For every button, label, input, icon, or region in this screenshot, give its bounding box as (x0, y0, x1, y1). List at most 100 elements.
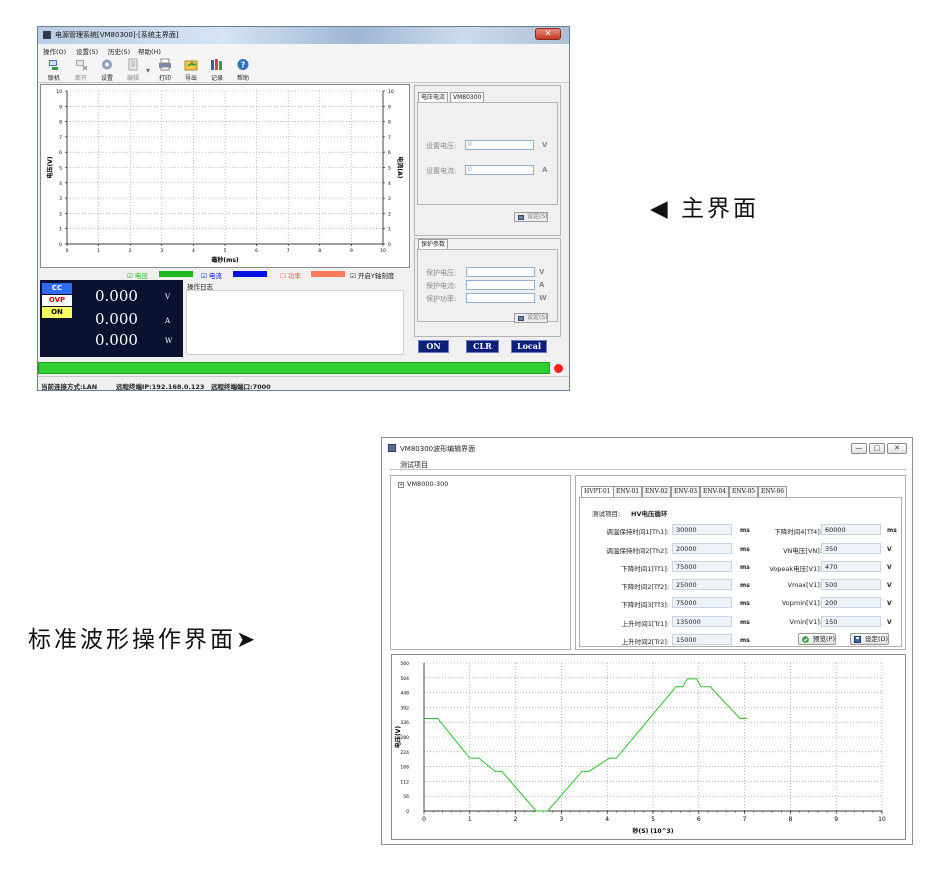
legend-current-toggle[interactable]: ☑ 电流 (201, 270, 222, 280)
tab-env-05[interactable]: ENV-05 (729, 486, 759, 497)
tab-env-06[interactable]: ENV-06 (758, 486, 788, 497)
op-input[interactable] (466, 293, 535, 303)
settings-label: 设置 (100, 75, 113, 82)
param-input[interactable]: 75000 (672, 561, 732, 572)
print-label: 打印 (158, 75, 171, 82)
test-item-label: 测试项目: (592, 510, 621, 518)
maximize-icon[interactable]: ▢ (869, 443, 885, 454)
ovp-badge: OVP (42, 295, 72, 306)
vc-set-label: 设定(S) (527, 213, 548, 220)
ov-input[interactable] (466, 267, 535, 277)
records-button[interactable]: 记录 (204, 57, 230, 82)
clr-button[interactable]: CLR (466, 340, 499, 353)
param-label: 下降时间2[Tf2]: (621, 583, 669, 591)
connect-button[interactable]: 联机 (41, 57, 67, 82)
menu-help[interactable]: 帮助(H) (138, 46, 161, 56)
param-input[interactable]: 25000 (672, 579, 732, 590)
disconnect-button[interactable]: 断开 (68, 57, 94, 82)
legend-voltage-swatch (159, 271, 193, 277)
operation-log-area[interactable] (186, 290, 404, 355)
param-input[interactable]: 30000 (672, 524, 732, 535)
menu-settings[interactable]: 设置(S) (76, 46, 98, 56)
tab-vm80300[interactable]: VM80300 (450, 92, 485, 102)
main-toolbar: 联机 断开 设置 编辑 ▾ 打印 导出 记录 ? 帮助 (38, 56, 569, 83)
progress-bar (38, 362, 550, 374)
wave-editor-menubar: 测试项目 (390, 459, 906, 470)
vc-set-button[interactable]: 设定(S) (514, 212, 548, 222)
main-menubar: 操作(O) 设置(S) 历史(S) 帮助(H) (38, 44, 569, 56)
x-tick-label: 4 (192, 248, 195, 254)
edit-button[interactable]: 编辑 (120, 57, 146, 82)
param-input[interactable]: 60000 (821, 524, 881, 535)
param-input[interactable]: 20000 (672, 543, 732, 554)
settings-button[interactable]: 设置 (94, 57, 120, 82)
param-input[interactable]: 75000 (672, 597, 732, 608)
param-label: Vopeak电压[V1]: (769, 565, 822, 573)
x-tick-label: 8 (318, 248, 321, 254)
legend-voltage-toggle[interactable]: ☑ 电压 (127, 270, 148, 280)
y-right-tick-label: 8 (388, 120, 391, 126)
status-remote-port: 远程终端端口:7000 (211, 383, 271, 391)
tree-expand-icon[interactable]: + (398, 482, 404, 488)
local-button[interactable]: Local (511, 340, 547, 353)
legend-power-toggle[interactable]: ☐ 功率 (280, 270, 301, 280)
x-tick-label: 9 (834, 816, 838, 823)
oc-input[interactable] (466, 280, 535, 290)
menu-operate[interactable]: 操作(O) (43, 46, 66, 56)
y-scale-toggle[interactable]: ☑ 开启Y轴刻度 (350, 270, 394, 280)
minimize-icon[interactable]: — (851, 443, 867, 454)
param-input[interactable]: 500 (821, 579, 881, 590)
menu-history[interactable]: 历史(S) (108, 46, 130, 56)
tab-env-04[interactable]: ENV-04 (700, 486, 730, 497)
tab-env-02[interactable]: ENV-02 (642, 486, 672, 497)
close-icon[interactable]: ✕ (887, 443, 907, 454)
legend-current-swatch (233, 271, 267, 277)
tab-protection[interactable]: 保护参数 (418, 239, 449, 249)
y-left-tick-label: 6 (59, 150, 62, 156)
set-button[interactable]: 设定(D) (850, 633, 890, 645)
param-label: 下降时间3[Tf3]: (621, 601, 669, 609)
tab-env-01[interactable]: ENV-01 (613, 486, 643, 497)
protection-set-label: 设定(S) (527, 314, 548, 321)
protection-panel: 保护参数 保护电压: V 保护电流: A 保护功率: W 设定(S) (414, 238, 561, 337)
param-input[interactable]: 150 (821, 616, 881, 627)
set-voltage-input[interactable]: 0 (465, 140, 534, 150)
protection-set-button[interactable]: 设定(S) (514, 313, 548, 323)
printer-icon (159, 58, 171, 71)
set-current-input[interactable]: 0 (465, 165, 534, 175)
chart-legend: ☑ 电压 ☑ 电流 ☐ 功率 ☑ 开启Y轴刻度 (38, 269, 410, 280)
help-button[interactable]: ? 帮助 (230, 57, 256, 82)
print-button[interactable]: 打印 (152, 57, 178, 82)
param-input[interactable]: 350 (821, 543, 881, 554)
legend-power-swatch (311, 271, 345, 277)
param-input[interactable]: 200 (821, 597, 881, 608)
tree-node-vm8000[interactable]: VM8000-300 (407, 480, 448, 488)
y-right-tick-label: 5 (388, 166, 391, 172)
status-connection: 当前连接方式:LAN (41, 383, 98, 391)
vc-panel: 电压电流 VM80300 设置电压: 0 V 设置电流: 0 A 设定(S) (414, 85, 561, 236)
param-input[interactable]: 470 (821, 561, 881, 572)
save-icon (518, 215, 524, 220)
param-unit: ms (740, 582, 750, 589)
toolbar-dropdown-icon[interactable]: ▾ (146, 66, 150, 75)
wave-editor-title: VM80300波形编辑界面 (400, 445, 476, 453)
on-badge: ON (42, 307, 72, 318)
param-unit: ms (740, 600, 750, 607)
param-input[interactable]: 135000 (672, 616, 732, 627)
main-window-title: 电源管理系统[VM80300]-[系统主界面] (55, 31, 179, 39)
tab-voltage-current[interactable]: 电压电流 (418, 92, 449, 102)
param-input[interactable]: 15000 (672, 634, 732, 645)
on-button[interactable]: ON (418, 340, 449, 353)
y-left-tick-label: 4 (59, 181, 62, 187)
preview-button[interactable]: 预览(P) (798, 633, 836, 645)
wave-editor-window: VM80300波形编辑界面 — ▢ ✕ 测试项目 + VM8000-300 HV… (381, 437, 913, 845)
power-unit: W (165, 337, 173, 345)
param-label: Vopmin[V1]: (781, 599, 822, 607)
export-button[interactable]: 导出 (178, 57, 204, 82)
menu-test-items[interactable]: 测试项目 (400, 460, 428, 470)
x-tick-label: 6 (697, 816, 701, 823)
tab-env-03[interactable]: ENV-03 (671, 486, 701, 497)
test-item-value: HV电压循环 (631, 510, 668, 518)
close-icon[interactable]: ✕ (535, 28, 561, 40)
x-tick-label: 8 (788, 816, 792, 823)
